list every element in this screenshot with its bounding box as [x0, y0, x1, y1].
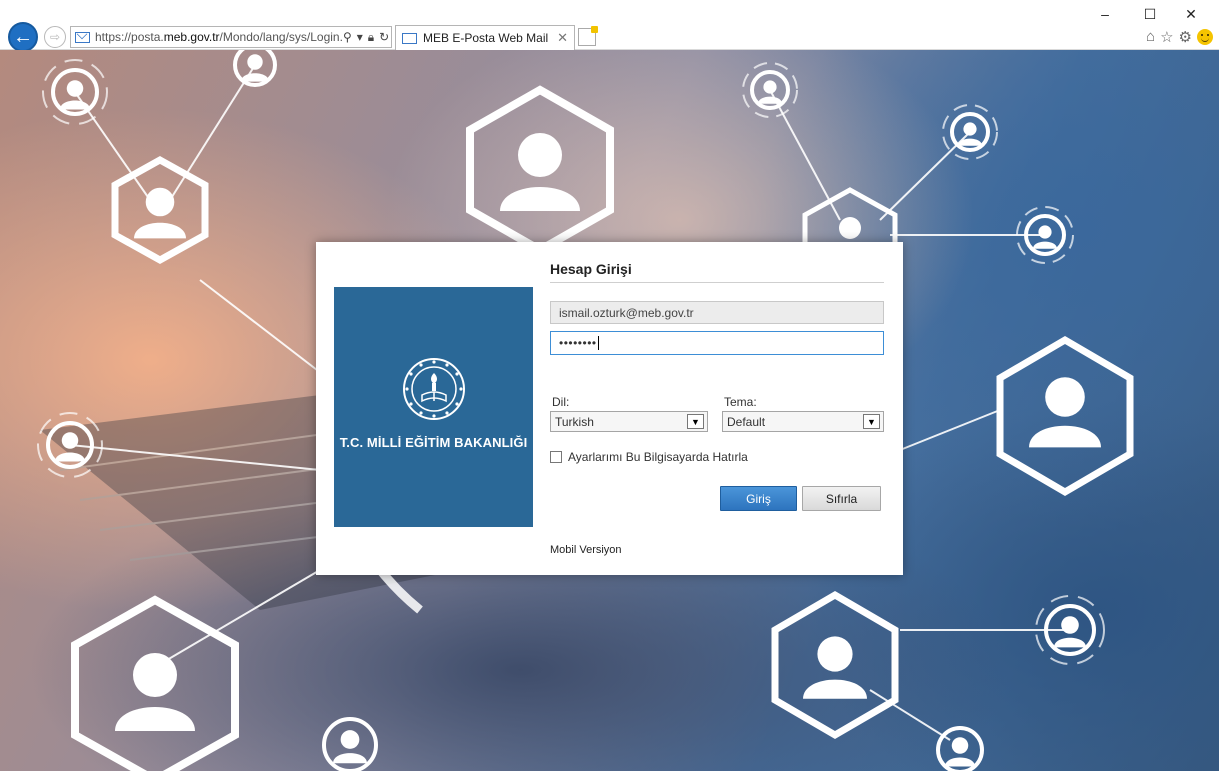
smiley-icon[interactable]: [1197, 29, 1213, 45]
close-icon[interactable]: ✕: [1177, 4, 1205, 24]
organization-name: T.C. MİLLİ EĞİTİM BAKANLIĞI: [339, 435, 528, 450]
ministry-logo-panel: T.C. MİLLİ EĞİTİM BAKANLIĞI: [334, 287, 533, 527]
dropdown-icon[interactable]: ▾: [357, 30, 363, 45]
maximize-icon[interactable]: ☐: [1136, 4, 1164, 24]
forward-arrow-icon: ⇨: [49, 30, 61, 44]
browser-chrome: ← ⇨ https://posta. meb.gov.tr/Mondo/lang/…: [0, 0, 1219, 52]
tab-mail-icon: [402, 32, 417, 44]
remember-label: Ayarlarımı Bu Bilgisayarda Hatırla: [568, 450, 748, 464]
star-icon[interactable]: ☆: [1160, 28, 1173, 46]
chevron-down-icon[interactable]: ▼: [863, 414, 880, 429]
search-icon[interactable]: ⚲: [343, 30, 352, 45]
url-host: meb.gov.tr: [163, 30, 220, 44]
mobile-version-link[interactable]: Mobil Versiyon: [550, 544, 622, 556]
login-card: T.C. MİLLİ EĞİTİM BAKANLIĞI Hesap Girişi…: [316, 242, 903, 575]
language-label: Dil:: [552, 395, 570, 409]
home-icon[interactable]: ⌂: [1146, 28, 1155, 46]
reset-button[interactable]: Sıfırla: [802, 486, 881, 511]
address-bar[interactable]: https://posta. meb.gov.tr/Mondo/lang/sys/…: [70, 26, 392, 48]
forward-button[interactable]: ⇨: [44, 26, 66, 48]
theme-selected-value: Default: [727, 414, 766, 429]
tab-title: MEB E-Posta Web Mail: [423, 31, 549, 45]
back-button[interactable]: ←: [8, 22, 38, 52]
login-button[interactable]: Giriş: [720, 486, 797, 511]
theme-select[interactable]: Default ▼: [722, 411, 884, 432]
login-title: Hesap Girişi: [550, 261, 632, 277]
chevron-down-icon[interactable]: ▼: [687, 414, 704, 429]
theme-label: Tema:: [724, 395, 757, 409]
language-selected-value: Turkish: [555, 414, 594, 429]
refresh-icon[interactable]: ↻: [379, 30, 389, 45]
back-arrow-icon: ←: [13, 26, 33, 48]
remember-settings-row[interactable]: Ayarlarımı Bu Bilgisayarda Hatırla: [550, 450, 748, 464]
minimize-icon[interactable]: –: [1091, 4, 1119, 24]
text-caret: [597, 336, 599, 350]
tab-close-icon[interactable]: ✕: [557, 30, 568, 46]
password-field[interactable]: ••••••••: [550, 331, 884, 355]
username-field[interactable]: [550, 301, 884, 324]
gear-icon[interactable]: ⚙: [1179, 28, 1192, 46]
remember-checkbox[interactable]: [550, 451, 562, 463]
url-prefix: https://posta.: [95, 30, 164, 44]
lock-icon[interactable]: 🔒︎: [368, 30, 374, 45]
new-tab-button[interactable]: [578, 26, 598, 46]
url-path: /Mondo/lang/sys/Login.: [219, 30, 343, 44]
password-mask: ••••••••: [559, 336, 597, 350]
site-mail-icon: [75, 31, 90, 43]
title-divider: [550, 282, 884, 283]
ministry-emblem-icon: [403, 358, 465, 420]
language-select[interactable]: Turkish ▼: [550, 411, 708, 432]
tab-active[interactable]: MEB E-Posta Web Mail ✕: [395, 25, 575, 50]
